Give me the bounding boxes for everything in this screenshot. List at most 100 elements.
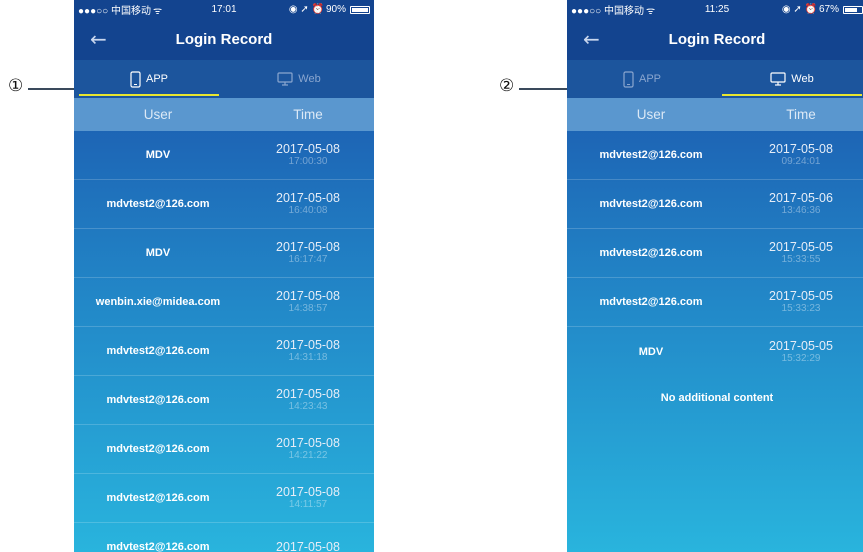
nav-bar: ← Login Record	[567, 19, 863, 60]
battery-percent: 90%	[325, 4, 346, 15]
tab-app[interactable]: APP	[74, 60, 224, 98]
battery-percent: 67%	[818, 4, 839, 15]
row-clock: 17:00:30	[288, 156, 328, 168]
tab-app[interactable]: APP	[567, 60, 717, 98]
login-record-list: MDV 2017-05-08 17:00:30 mdvtest2@126.com …	[74, 131, 374, 552]
table-row: mdvtest2@126.com 2017-05-08	[74, 523, 374, 552]
tab-web-label: Web	[791, 73, 814, 85]
row-date: 2017-05-08	[276, 387, 340, 402]
row-clock: 16:17:47	[288, 254, 328, 266]
login-record-list: mdvtest2@126.com 2017-05-08 09:24:01 mdvt…	[567, 131, 863, 376]
row-clock: 14:21:22	[288, 450, 328, 462]
monitor-icon	[277, 72, 293, 86]
page-title: Login Record	[668, 31, 766, 48]
row-date: 2017-05-08	[276, 289, 340, 304]
nav-bar: ← Login Record	[74, 19, 374, 60]
row-date: 2017-05-06	[769, 191, 833, 206]
table-header: User Time	[74, 98, 374, 131]
table-row: mdvtest2@126.com 2017-05-08 14:21:22	[74, 425, 374, 474]
row-user: mdvtest2@126.com	[599, 247, 703, 259]
row-date: 2017-05-08	[276, 338, 340, 353]
table-row: mdvtest2@126.com 2017-05-08 14:23:43	[74, 376, 374, 425]
wifi-icon: ᯤ	[152, 5, 163, 17]
table-row: mdvtest2@126.com 2017-05-08 14:31:18	[74, 327, 374, 376]
column-header-time: Time	[293, 107, 323, 122]
row-user: mdvtest2@126.com	[599, 296, 703, 308]
table-row: mdvtest2@126.com 2017-05-06 13:46:36	[567, 180, 863, 229]
active-tab-indicator	[79, 94, 219, 96]
row-user: mdvtest2@126.com	[106, 198, 210, 210]
callout-2-line	[519, 88, 571, 90]
table-row: wenbin.xie@midea.com 2017-05-08 14:38:57	[74, 278, 374, 327]
row-clock: 16:40:08	[288, 205, 328, 217]
row-user: mdvtest2@126.com	[106, 394, 210, 406]
table-row: MDV 2017-05-05 15:32:29	[567, 327, 863, 376]
phone-icon	[623, 70, 634, 88]
row-clock: 14:11:57	[288, 499, 328, 511]
tab-app-label: APP	[145, 73, 168, 85]
row-date: 2017-05-08	[276, 539, 340, 552]
row-date: 2017-05-08	[276, 191, 340, 206]
table-header: User Time	[567, 98, 863, 131]
column-header-user: User	[143, 107, 173, 122]
active-tab-indicator	[722, 94, 862, 96]
battery-icon	[843, 5, 863, 14]
row-clock: 13:46:36	[781, 205, 821, 217]
row-user: mdvtest2@126.com	[106, 492, 210, 504]
phone-screen-app-tab: ●●●○○ 中国移动 ᯤ 17:01 ◉ ➚ ⏰ 90% ← Login Rec…	[74, 0, 374, 552]
row-date: 2017-05-08	[276, 485, 340, 500]
battery-icon	[350, 5, 370, 14]
row-clock: 14:38:57	[288, 303, 328, 315]
phone-icon	[130, 70, 141, 88]
row-date: 2017-05-05	[769, 289, 833, 304]
column-header-time: Time	[786, 107, 816, 122]
row-clock: 09:24:01	[781, 156, 821, 168]
back-arrow-icon[interactable]: ←	[90, 29, 107, 49]
row-user: wenbin.xie@midea.com	[95, 296, 221, 308]
row-date: 2017-05-08	[276, 142, 340, 157]
back-arrow-icon[interactable]: ←	[583, 29, 600, 49]
row-date: 2017-05-05	[769, 240, 833, 255]
status-bar: ●●●○○ 中国移动 ᯤ 11:25 ◉ ➚ ⏰ 67%	[567, 0, 863, 19]
column-header-user: User	[636, 107, 666, 122]
callout-2: ②	[499, 76, 515, 96]
table-row: mdvtest2@126.com 2017-05-08 14:11:57	[74, 474, 374, 523]
status-icons: ◉ ➚ ⏰	[781, 4, 817, 15]
table-row: MDV 2017-05-08 16:17:47	[74, 229, 374, 278]
row-user: mdvtest2@126.com	[106, 345, 210, 357]
tab-web-label: Web	[298, 73, 321, 85]
row-date: 2017-05-05	[769, 338, 833, 353]
row-clock: 14:31:18	[288, 352, 328, 364]
row-clock: 14:23:43	[288, 401, 328, 413]
status-bar: ●●●○○ 中国移动 ᯤ 17:01 ◉ ➚ ⏰ 90%	[74, 0, 374, 19]
row-date: 2017-05-08	[769, 142, 833, 157]
table-row: MDV 2017-05-08 17:00:30	[74, 131, 374, 180]
row-date: 2017-05-08	[276, 240, 340, 255]
row-user: MDV	[638, 345, 664, 358]
table-row: mdvtest2@126.com 2017-05-05 15:33:55	[567, 229, 863, 278]
wifi-icon: ᯤ	[645, 5, 656, 17]
row-user: mdvtest2@126.com	[599, 149, 703, 161]
table-row: mdvtest2@126.com 2017-05-08 09:24:01	[567, 131, 863, 180]
callout-1: ①	[8, 76, 24, 96]
table-row: mdvtest2@126.com 2017-05-08 16:40:08	[74, 180, 374, 229]
status-icons: ◉ ➚ ⏰	[288, 4, 324, 15]
row-clock: 15:33:55	[781, 254, 821, 266]
tab-bar: APP Web	[74, 60, 374, 98]
tab-web[interactable]: Web	[224, 60, 374, 98]
carrier-label: ●●●○○ 中国移动	[571, 6, 644, 17]
page-title: Login Record	[175, 31, 273, 48]
row-user: mdvtest2@126.com	[106, 541, 210, 552]
row-user: mdvtest2@126.com	[106, 443, 210, 455]
carrier-label: ●●●○○ 中国移动	[78, 6, 151, 17]
tab-app-label: APP	[638, 73, 661, 85]
monitor-icon	[770, 72, 786, 86]
row-clock: 15:32:29	[781, 352, 821, 364]
row-user: MDV	[145, 247, 171, 259]
row-clock: 15:33:23	[781, 303, 821, 315]
row-user: mdvtest2@126.com	[599, 198, 703, 210]
tab-web[interactable]: Web	[717, 60, 863, 98]
no-more-content-label: No additional content	[660, 392, 774, 404]
row-date: 2017-05-08	[276, 436, 340, 451]
tab-bar: APP Web	[567, 60, 863, 98]
